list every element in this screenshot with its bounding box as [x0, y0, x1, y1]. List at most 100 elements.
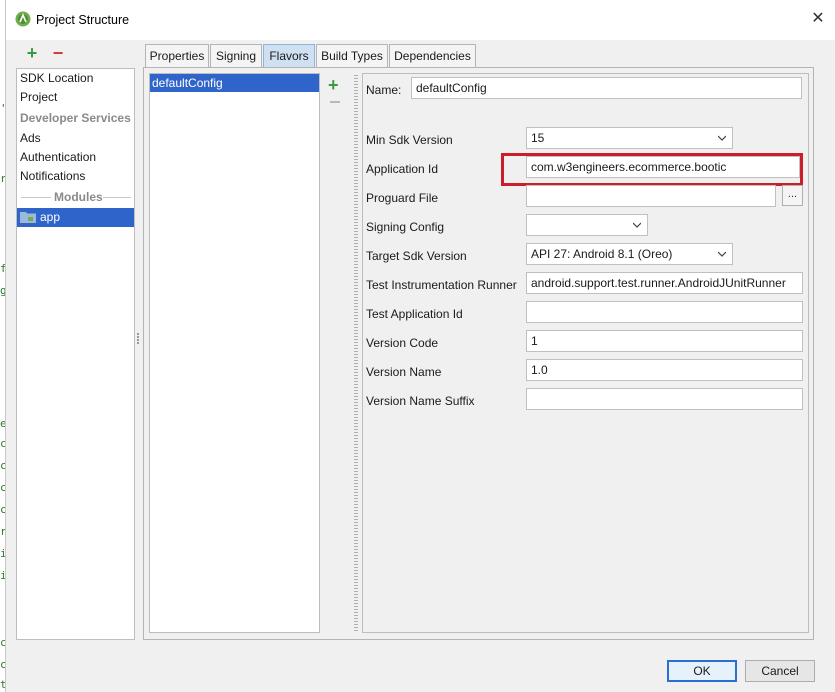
- splitter-tick: [354, 534, 358, 535]
- splitter-tick: [354, 108, 358, 109]
- splitter-tick: [354, 264, 358, 265]
- add-flavor-icon[interactable]: +: [328, 75, 339, 96]
- version-name-label: Version Name: [366, 365, 442, 379]
- splitter-tick: [354, 390, 358, 391]
- splitter-tick: [354, 81, 358, 82]
- splitter-tick: [354, 207, 358, 208]
- splitter-tick: [354, 150, 358, 151]
- splitter-handle[interactable]: [135, 332, 141, 346]
- splitter-tick: [354, 345, 358, 346]
- splitter-tick: [354, 408, 358, 409]
- chevron-down-icon: [718, 251, 726, 257]
- name-field[interactable]: defaultConfig: [411, 77, 802, 99]
- tab-dependencies[interactable]: Dependencies: [389, 44, 476, 67]
- splitter-tick: [354, 303, 358, 304]
- splitter-tick: [354, 630, 358, 631]
- splitter-tick: [354, 525, 358, 526]
- version-name-suffix-field[interactable]: [526, 388, 803, 410]
- splitter-tick: [354, 585, 358, 586]
- add-module-icon[interactable]: +: [24, 44, 40, 62]
- splitter-tick: [354, 138, 358, 139]
- android-studio-icon: [15, 11, 31, 27]
- test-runner-label: Test Instrumentation Runner: [366, 278, 517, 292]
- tab-flavors[interactable]: Flavors: [263, 44, 315, 67]
- min-sdk-select[interactable]: 15: [526, 127, 733, 149]
- splitter-tick: [354, 444, 358, 445]
- splitter-tick: [354, 75, 358, 76]
- signing-config-select[interactable]: [526, 214, 648, 236]
- splitter-tick: [354, 159, 358, 160]
- splitter-tick: [354, 93, 358, 94]
- tab-properties[interactable]: Properties: [145, 44, 209, 67]
- tab-build-types[interactable]: Build Types: [316, 44, 388, 67]
- sidebar-item-project[interactable]: Project: [17, 88, 134, 107]
- target-sdk-select[interactable]: API 27: Android 8.1 (Oreo): [526, 243, 733, 265]
- splitter-tick: [354, 492, 358, 493]
- remove-flavor-icon[interactable]: [330, 101, 340, 103]
- project-structure-dialog: Project Structure ✕ + − SDK Location Pro…: [5, 0, 835, 692]
- splitter-tick: [354, 348, 358, 349]
- browse-button[interactable]: ...: [782, 185, 803, 206]
- splitter-tick: [354, 498, 358, 499]
- flavors-panel: defaultConfig + Name: defaultConfig Min …: [143, 67, 814, 640]
- sidebar: SDK Location Project Developer Services …: [16, 68, 135, 640]
- splitter-tick: [354, 96, 358, 97]
- splitter-tick: [354, 228, 358, 229]
- ok-button[interactable]: OK: [667, 660, 737, 682]
- splitter-tick: [354, 570, 358, 571]
- splitter-tick: [354, 588, 358, 589]
- splitter-tick: [354, 618, 358, 619]
- vertical-splitter[interactable]: [352, 73, 360, 633]
- version-code-label: Version Code: [366, 336, 439, 350]
- splitter-tick: [354, 351, 358, 352]
- splitter-tick: [354, 405, 358, 406]
- splitter-tick: [354, 456, 358, 457]
- splitter-tick: [354, 465, 358, 466]
- splitter-tick: [354, 549, 358, 550]
- sidebar-item-notifications[interactable]: Notifications: [17, 167, 134, 186]
- splitter-tick: [354, 528, 358, 529]
- splitter-tick: [354, 237, 358, 238]
- splitter-tick: [354, 375, 358, 376]
- sidebar-item-sdk-location[interactable]: SDK Location: [17, 69, 134, 88]
- separator: [103, 197, 131, 198]
- flavor-item-defaultconfig[interactable]: defaultConfig: [150, 74, 319, 92]
- splitter-tick: [354, 624, 358, 625]
- application-id-field[interactable]: com.w3engineers.ecommerce.bootic: [526, 156, 800, 178]
- sidebar-section-modules-row: Modules: [17, 188, 134, 207]
- min-sdk-value: 15: [531, 131, 545, 145]
- splitter-tick: [354, 126, 358, 127]
- splitter-tick: [354, 309, 358, 310]
- splitter-tick: [354, 555, 358, 556]
- splitter-tick: [354, 417, 358, 418]
- test-runner-field[interactable]: android.support.test.runner.AndroidJUnit…: [526, 272, 803, 294]
- window-title: Project Structure: [36, 13, 130, 27]
- proguard-file-field[interactable]: [526, 185, 776, 207]
- sidebar-item-authentication[interactable]: Authentication: [17, 148, 134, 167]
- splitter-tick: [354, 180, 358, 181]
- splitter-tick: [354, 270, 358, 271]
- splitter-tick: [354, 294, 358, 295]
- dialog-body: + − SDK Location Project Developer Servi…: [6, 40, 835, 692]
- flavor-form: Name: defaultConfig Min Sdk Version 15 A…: [362, 73, 809, 633]
- chevron-down-icon: [633, 222, 641, 228]
- remove-module-icon[interactable]: −: [50, 44, 66, 62]
- version-code-field[interactable]: 1: [526, 330, 803, 352]
- splitter-tick: [354, 114, 358, 115]
- version-name-field[interactable]: 1.0: [526, 359, 803, 381]
- splitter-tick: [354, 192, 358, 193]
- close-icon[interactable]: ✕: [808, 9, 828, 29]
- splitter-tick: [354, 447, 358, 448]
- splitter-tick: [354, 285, 358, 286]
- sidebar-item-ads[interactable]: Ads: [17, 129, 134, 148]
- splitter-tick: [354, 168, 358, 169]
- splitter-tick: [354, 84, 358, 85]
- splitter-tick: [354, 564, 358, 565]
- cancel-button[interactable]: Cancel: [745, 660, 815, 682]
- splitter-tick: [354, 537, 358, 538]
- test-app-id-field[interactable]: [526, 301, 803, 323]
- splitter-tick: [354, 225, 358, 226]
- sidebar-item-app[interactable]: app: [17, 208, 134, 227]
- tab-signing[interactable]: Signing: [210, 44, 262, 67]
- splitter-tick: [354, 471, 358, 472]
